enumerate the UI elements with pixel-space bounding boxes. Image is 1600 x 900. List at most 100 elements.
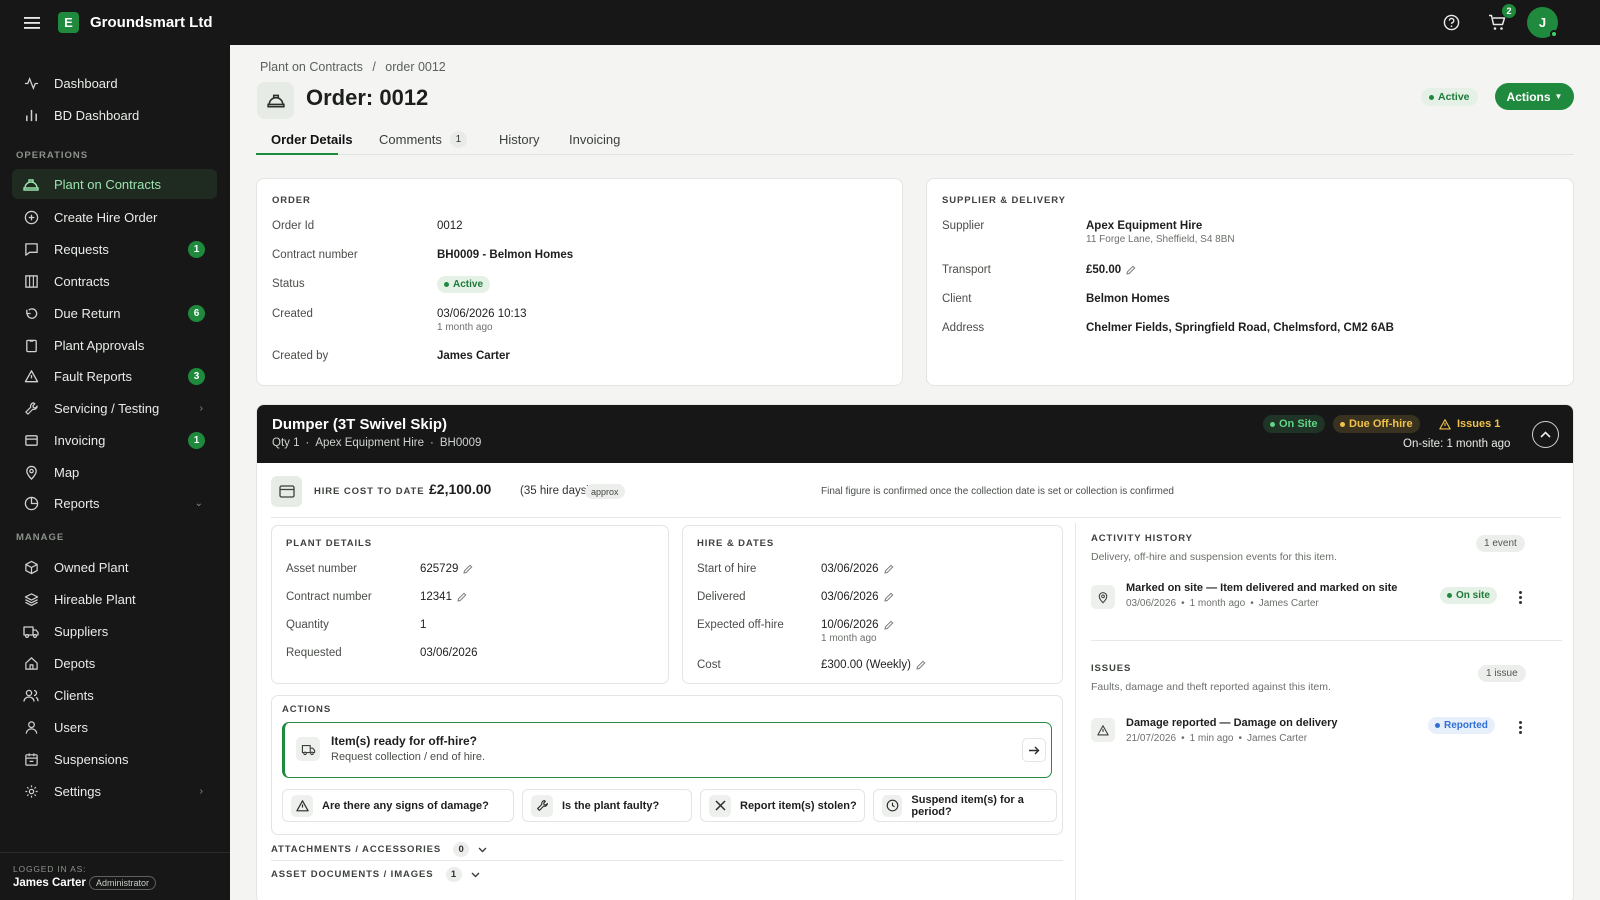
sidebar-item-owned-plant[interactable]: Owned Plant (12, 552, 217, 582)
attachments-count-badge: 0 (453, 842, 470, 857)
sidebar-item-dashboard[interactable]: Dashboard (12, 68, 217, 98)
sidebar-item-plant-approvals[interactable]: Plant Approvals (12, 330, 217, 360)
sidebar-item-create-hire-order[interactable]: Create Hire Order (12, 202, 217, 232)
edit-pencil-icon[interactable] (457, 592, 467, 602)
breadcrumb-parent-link[interactable]: Plant on Contracts (260, 60, 363, 74)
sidebar-item-users[interactable]: Users (12, 712, 217, 742)
cart-icon[interactable]: 2 (1486, 3, 1516, 34)
clipboard-icon (23, 337, 39, 353)
cost-value: £300.00 (Weekly) (821, 659, 926, 671)
order-status-badge: Active (1421, 88, 1478, 106)
created-value: 03/06/2026 10:13 (437, 308, 527, 320)
requested-label: Requested (286, 647, 342, 659)
off-hire-request-button[interactable]: Item(s) ready for off-hire? Request coll… (282, 722, 1052, 778)
collapse-button[interactable] (1532, 421, 1559, 448)
users-icon (23, 687, 39, 703)
top-bar: E Groundsmart Ltd 2 J (0, 0, 1600, 45)
sidebar-item-invoicing[interactable]: Invoicing 1 (12, 425, 217, 455)
hire-cost-label: HIRE COST TO DATE (314, 486, 425, 497)
activity-event-title: Marked on site — Item delivered and mark… (1126, 582, 1398, 594)
contract-number-label: Contract number (272, 249, 358, 261)
due-off-hire-badge: Due Off-hire (1333, 415, 1420, 433)
pie-chart-icon (23, 495, 39, 511)
sidebar-item-label: Create Hire Order (54, 209, 158, 225)
plant-item-subtitle: Qty 1 · Apex Equipment Hire · BH0009 (272, 437, 482, 449)
edit-pencil-icon[interactable] (1126, 265, 1136, 275)
sidebar-item-contracts[interactable]: Contracts (12, 266, 217, 296)
sidebar-item-fault-reports[interactable]: Fault Reports 3 (12, 361, 217, 391)
operations-section-label: OPERATIONS (16, 150, 89, 161)
off-hire-title: Item(s) ready for off-hire? (331, 734, 478, 748)
chevron-up-icon (1540, 431, 1551, 438)
chevron-down-icon: ⌄ (194, 497, 203, 509)
app-logo: E (58, 12, 79, 33)
chevron-down-icon (478, 847, 487, 853)
sidebar-item-due-return[interactable]: Due Return 6 (12, 298, 217, 328)
sidebar-item-label: Reports (54, 495, 100, 511)
edit-pencil-icon[interactable] (883, 592, 894, 602)
sidebar-item-suspensions[interactable]: Suspensions (12, 744, 217, 774)
sidebar-item-servicing-testing[interactable]: Servicing / Testing › (12, 393, 217, 423)
hire-days: (35 hire days) (520, 485, 591, 497)
plant-details-panel: PLANT DETAILS Asset number 625729 Contra… (271, 525, 669, 684)
sidebar-item-label: Suspensions (54, 751, 129, 767)
tab-comments[interactable]: Comments 1 (379, 123, 467, 155)
menu-icon[interactable] (21, 12, 43, 34)
tab-order-details[interactable]: Order Details (271, 123, 353, 155)
asset-documents-accordion[interactable]: ASSET DOCUMENTS / IMAGES 1 (271, 867, 480, 882)
more-options-icon[interactable] (1513, 587, 1527, 607)
sidebar-item-clients[interactable]: Clients (12, 680, 217, 710)
edit-pencil-icon[interactable] (883, 620, 894, 630)
gear-icon (23, 783, 39, 799)
issues-description: Faults, damage and theft reported agains… (1091, 681, 1331, 693)
sidebar-item-depots[interactable]: Depots (12, 648, 217, 678)
sidebar-item-reports[interactable]: Reports ⌄ (12, 488, 217, 518)
created-by-label: Created by (272, 350, 329, 362)
sidebar-item-label: Plant Approvals (54, 337, 145, 353)
supplier-name: Apex Equipment Hire (1086, 220, 1203, 232)
tab-history[interactable]: History (499, 123, 539, 155)
plant-contract-number-value: 12341 (420, 591, 467, 603)
sidebar-item-requests[interactable]: Requests 1 (12, 234, 217, 264)
sidebar-item-plant-on-contracts[interactable]: Plant on Contracts (12, 169, 217, 199)
undo-icon (23, 305, 39, 321)
sidebar-item-label: Contracts (54, 273, 110, 289)
sidebar-item-label: Invoicing (54, 432, 106, 448)
sidebar-item-hireable-plant[interactable]: Hireable Plant (12, 584, 217, 614)
edit-pencil-icon[interactable] (883, 564, 894, 574)
sidebar-item-settings[interactable]: Settings › (12, 776, 217, 806)
attachments-accordion[interactable]: ATTACHMENTS / ACCESSORIES 0 (271, 842, 487, 857)
issue-status-badge: Reported (1428, 717, 1495, 734)
sidebar-item-bd-dashboard[interactable]: BD Dashboard (12, 100, 217, 130)
more-options-icon[interactable] (1513, 717, 1527, 737)
sidebar-item-label: Hireable Plant (54, 591, 136, 607)
edit-pencil-icon[interactable] (916, 660, 926, 670)
quantity-value: 1 (420, 619, 427, 631)
actions-dropdown-button[interactable]: Actions ▼ (1495, 83, 1574, 110)
truck-icon (296, 737, 320, 761)
chevron-right-icon: › (199, 785, 203, 797)
suspend-item-button[interactable]: Suspend item(s) for a period? (873, 789, 1057, 822)
sidebar-item-label: Fault Reports (54, 368, 133, 384)
supplier-delivery-card: SUPPLIER & DELIVERY Supplier Apex Equipm… (926, 178, 1574, 386)
start-of-hire-label: Start of hire (697, 563, 757, 575)
avatar[interactable]: J (1527, 7, 1558, 38)
on-site-badge: On Site (1263, 415, 1325, 433)
delivered-label: Delivered (697, 591, 746, 603)
help-icon[interactable] (1440, 12, 1462, 34)
sidebar-item-suppliers[interactable]: Suppliers (12, 616, 217, 646)
cost-label: Cost (697, 659, 721, 671)
documents-count-badge: 1 (445, 867, 462, 882)
issues-badge[interactable]: Issues 1 (1432, 415, 1507, 433)
fault-reports-count-badge: 3 (188, 367, 205, 385)
report-fault-button[interactable]: Is the plant faulty? (522, 789, 692, 822)
arrow-right-icon[interactable] (1022, 738, 1046, 762)
invoice-icon (23, 432, 39, 448)
sidebar-item-map[interactable]: Map (12, 457, 217, 487)
requested-value: 03/06/2026 (420, 647, 478, 659)
report-damage-button[interactable]: Are there any signs of damage? (282, 789, 514, 822)
report-stolen-button[interactable]: Report item(s) stolen? (700, 789, 865, 822)
hire-cost-note: Final figure is confirmed once the colle… (821, 486, 1174, 497)
edit-pencil-icon[interactable] (463, 564, 473, 574)
tab-invoicing[interactable]: Invoicing (569, 123, 620, 155)
